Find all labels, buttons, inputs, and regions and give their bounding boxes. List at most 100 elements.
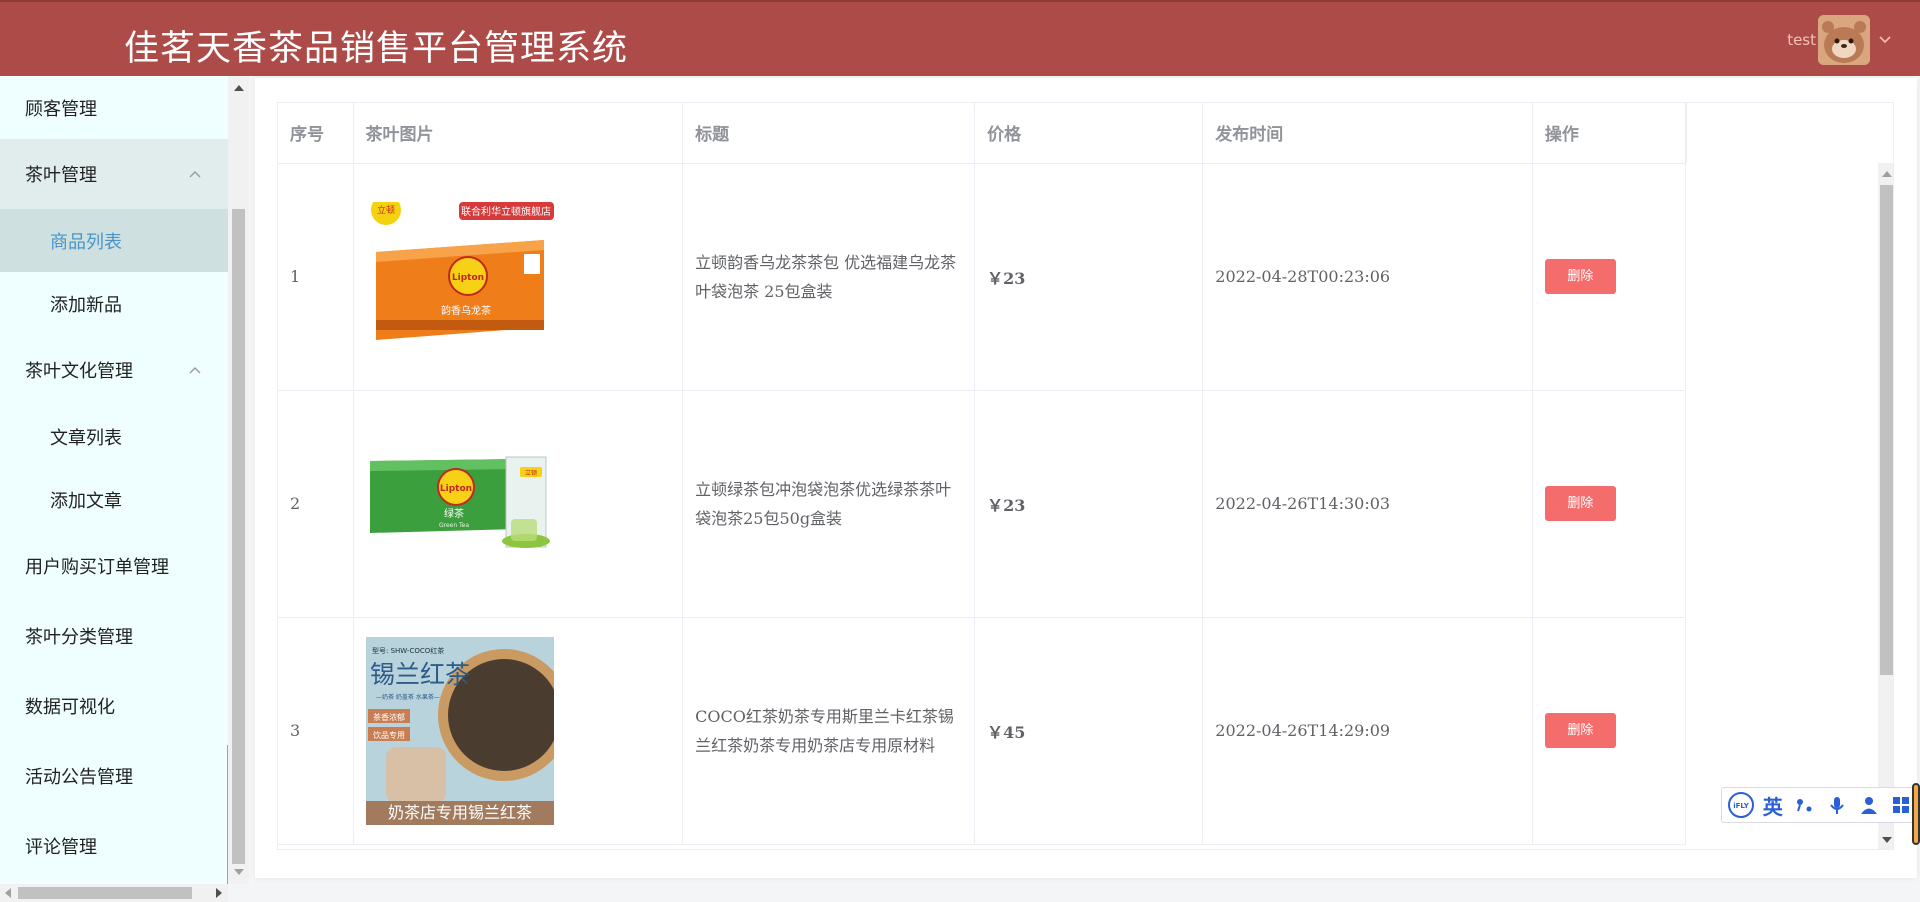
scroll-left-arrow-icon[interactable] xyxy=(5,888,11,898)
ime-drag-handle[interactable] xyxy=(1912,783,1920,845)
content-panel: 序号 茶叶图片 标题 价格 发布时间 操作 1 立顿 联合利华立顿旗舰店 Lip… xyxy=(255,78,1917,878)
scroll-right-arrow-icon[interactable] xyxy=(216,888,222,898)
header-divider xyxy=(1686,103,1687,163)
svg-text:奶茶店专用锡兰红茶: 奶茶店专用锡兰红茶 xyxy=(388,803,532,822)
svg-text:Lipton: Lipton xyxy=(451,273,483,283)
app-title: 佳茗天香茶品销售平台管理系统 xyxy=(124,29,629,69)
svg-text:立顿: 立顿 xyxy=(525,469,537,477)
sidebar-item-categories[interactable]: 茶叶分类管理 xyxy=(0,601,228,671)
actions-cell: 删除 xyxy=(1532,617,1687,845)
product-image: Lipton 绿茶 Green Tea 立顿 xyxy=(365,448,554,559)
user-menu[interactable]: test xyxy=(1787,14,1892,66)
svg-text:韵香乌龙茶: 韵香乌龙茶 xyxy=(441,304,491,317)
table-header-row: 序号 茶叶图片 标题 价格 发布时间 操作 xyxy=(278,103,1687,164)
scroll-down-arrow-icon[interactable] xyxy=(234,869,244,875)
svg-text:Green Tea: Green Tea xyxy=(438,522,468,529)
column-header-price: 价格 xyxy=(974,103,1204,164)
scroll-up-arrow-icon[interactable] xyxy=(234,85,244,91)
ime-language-toggle[interactable]: 英 xyxy=(1758,790,1787,820)
svg-text:绿茶: 绿茶 xyxy=(444,507,464,520)
column-header-title: 标题 xyxy=(682,103,976,164)
product-title: 立顿韵香乌龙茶茶包 优选福建乌龙茶叶袋泡茶 25包盒装 xyxy=(682,163,976,391)
ifly-logo-icon[interactable]: iFLY xyxy=(1726,790,1755,820)
table-vertical-scrollbar[interactable] xyxy=(1878,163,1893,849)
sidebar-item-add-product[interactable]: 添加新品 xyxy=(0,272,228,335)
sidebar-item-label: 用户购买订单管理 xyxy=(25,557,169,578)
goods-table: 序号 茶叶图片 标题 价格 发布时间 操作 1 立顿 联合利华立顿旗舰店 Lip… xyxy=(278,103,1687,845)
sidebar-item-label: 顾客管理 xyxy=(25,98,97,120)
scrollbar-thumb[interactable] xyxy=(232,209,245,864)
svg-text:茶香浓郁: 茶香浓郁 xyxy=(373,712,405,722)
sidebar-item-label: 茶叶文化管理 xyxy=(25,361,133,382)
column-header-image: 茶叶图片 xyxy=(353,103,684,164)
svg-text:立顿: 立顿 xyxy=(377,204,395,216)
sidebar-horizontal-scrollbar[interactable] xyxy=(0,884,228,902)
table-row: 1 立顿 联合利华立顿旗舰店 Lipton 韵香乌龙茶 立顿韵香乌龙茶茶包 优选… xyxy=(278,163,1687,391)
sidebar-item-label: 文章列表 xyxy=(50,427,122,449)
scrollbar-thumb[interactable] xyxy=(18,887,192,899)
username[interactable]: test xyxy=(1787,31,1816,49)
scrollbar-thumb[interactable] xyxy=(1880,185,1893,675)
chevron-up-icon xyxy=(189,171,201,178)
sidebar-item-label: 评论管理 xyxy=(25,837,97,858)
svg-text:—奶茶 奶盖茶 水果茶—: —奶茶 奶盖茶 水果茶— xyxy=(376,693,440,701)
scroll-up-arrow-icon[interactable] xyxy=(1882,171,1892,177)
sidebar-item-label: 茶叶管理 xyxy=(25,165,97,186)
delete-button[interactable]: 删除 xyxy=(1544,713,1616,748)
svg-text:联合利华立顿旗舰店: 联合利华立顿旗舰店 xyxy=(461,205,551,218)
punctuation-icon[interactable] xyxy=(1790,790,1819,820)
sidebar-group-tea[interactable]: 茶叶管理 xyxy=(0,139,228,209)
svg-text:饮品专用: 饮品专用 xyxy=(373,730,405,740)
column-header-time: 发布时间 xyxy=(1202,103,1533,164)
sidebar-item-label: 数据可视化 xyxy=(25,697,115,718)
sidebar-item-label: 茶叶分类管理 xyxy=(25,627,133,648)
sidebar-item-label: 活动公告管理 xyxy=(25,767,133,788)
user-icon[interactable] xyxy=(1855,790,1884,820)
row-index: 3 xyxy=(278,617,354,845)
publish-time: 2022-04-26T14:29:09 xyxy=(1202,617,1533,845)
sidebar-group-tea-culture[interactable]: 茶叶文化管理 xyxy=(0,335,228,405)
microphone-icon[interactable] xyxy=(1823,790,1852,820)
chevron-up-icon xyxy=(189,367,201,374)
svg-text:Lipton: Lipton xyxy=(439,484,471,494)
sidebar-item-article-list[interactable]: 文章列表 xyxy=(0,405,228,468)
sidebar-menu: 顾客管理 茶叶管理 商品列表 添加新品 茶叶文化管理 文章列表 添加文章 用户购… xyxy=(0,76,228,884)
goods-table-container: 序号 茶叶图片 标题 价格 发布时间 操作 1 立顿 联合利华立顿旗舰店 Lip… xyxy=(277,102,1894,850)
sidebar-item-customers[interactable]: 顾客管理 xyxy=(0,76,228,139)
sidebar-item-add-article[interactable]: 添加文章 xyxy=(0,468,228,531)
table-row: 2 Lipton 绿茶 Green Tea 立顿 立顿绿茶包冲泡袋泡茶优选绿茶茶… xyxy=(278,390,1687,618)
product-image-cell: Lipton 绿茶 Green Tea 立顿 xyxy=(353,390,684,618)
product-image-cell: 立顿 联合利华立顿旗舰店 Lipton 韵香乌龙茶 xyxy=(353,163,684,391)
actions-cell: 删除 xyxy=(1532,163,1687,391)
product-price: ￥23 xyxy=(974,163,1204,391)
avatar-image xyxy=(1818,15,1870,65)
column-header-actions: 操作 xyxy=(1532,103,1687,164)
sidebar-vertical-scrollbar[interactable] xyxy=(228,76,249,884)
sidebar-item-announcements[interactable]: 活动公告管理 xyxy=(0,741,228,811)
row-index: 1 xyxy=(278,163,354,391)
ime-mode-label: 英 xyxy=(1762,794,1783,819)
chevron-down-icon[interactable] xyxy=(1878,33,1892,47)
product-image-cell: 型号: SHW-COCO红茶 锡兰红茶 —奶茶 奶盖茶 水果茶— 茶香浓郁 饮品… xyxy=(353,617,684,845)
sidebar-item-label: 添加新品 xyxy=(50,294,122,316)
ime-toolbar: iFLY 英 xyxy=(1721,787,1920,823)
scroll-down-arrow-icon[interactable] xyxy=(1882,837,1892,843)
sidebar-item-orders[interactable]: 用户购买订单管理 xyxy=(0,531,228,601)
sidebar-item-data-visualization[interactable]: 数据可视化 xyxy=(0,671,228,741)
delete-button[interactable]: 删除 xyxy=(1544,486,1616,521)
column-header-index: 序号 xyxy=(278,103,354,164)
svg-text:锡兰红茶: 锡兰红茶 xyxy=(370,660,470,689)
product-price: ￥23 xyxy=(974,390,1204,618)
table-row: 3 型号: SHW-COCO红茶 锡兰红茶 —奶茶 奶盖茶 水果茶— 茶香浓郁 xyxy=(278,617,1687,845)
product-image: 立顿 联合利华立顿旗舰店 Lipton 韵香乌龙茶 xyxy=(365,201,554,352)
sidebar-item-label: 商品列表 xyxy=(50,231,122,253)
user-avatar[interactable] xyxy=(1818,15,1870,65)
top-header: 佳茗天香茶品销售平台管理系统 test xyxy=(0,0,1920,76)
delete-button[interactable]: 删除 xyxy=(1544,259,1616,294)
sidebar-item-comments[interactable]: 评论管理 xyxy=(0,811,228,881)
product-price: ￥45 xyxy=(974,617,1204,845)
product-image: 型号: SHW-COCO红茶 锡兰红茶 —奶茶 奶盖茶 水果茶— 茶香浓郁 饮品… xyxy=(365,636,554,825)
sidebar-item-product-list[interactable]: 商品列表 xyxy=(0,209,228,272)
publish-time: 2022-04-28T00:23:06 xyxy=(1202,163,1533,391)
product-title: COCO红茶奶茶专用斯里兰卡红茶锡兰红茶奶茶专用奶茶店专用原材料 xyxy=(682,617,976,845)
